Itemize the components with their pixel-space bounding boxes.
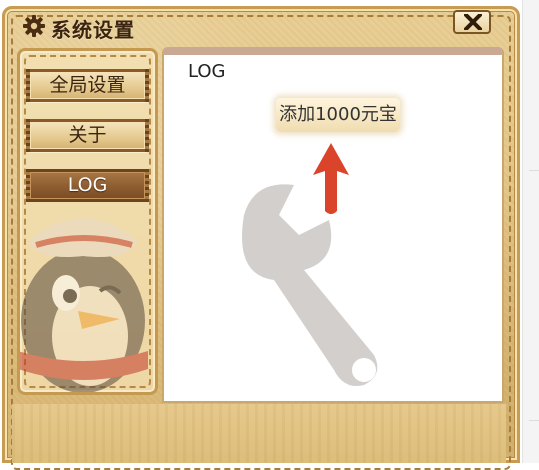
- log-heading: LOG: [188, 61, 226, 82]
- red-arrow-up-icon: [313, 143, 349, 214]
- sidebar-item-label: LOG: [67, 174, 108, 196]
- button-edge: [145, 169, 149, 202]
- sidebar-item-label: 全局设置: [49, 74, 126, 96]
- sidebar-item-about[interactable]: 关于: [26, 119, 149, 152]
- window-titlebar: 系统设置: [17, 11, 497, 42]
- sidebar-item-global-settings[interactable]: 全局设置: [26, 69, 149, 102]
- page-edge-strip: [522, 0, 539, 463]
- divider: [529, 170, 539, 171]
- window-title: 系统设置: [51, 18, 135, 42]
- sidebar-panel: 全局设置 关于 LOG: [17, 48, 158, 395]
- sidebar-item-label: 关于: [68, 124, 107, 146]
- divider: [529, 420, 539, 421]
- button-edge: [26, 119, 30, 152]
- penguin-mascot-image: [20, 218, 148, 392]
- gear-icon: [23, 15, 45, 37]
- window-bottom-texture: [12, 404, 506, 463]
- sidebar-item-log[interactable]: LOG: [26, 169, 149, 202]
- close-button[interactable]: [453, 10, 491, 34]
- button-edge: [26, 169, 30, 202]
- button-edge: [145, 119, 149, 152]
- add-1000-yuanbao-button[interactable]: 添加1000元宝: [276, 98, 400, 132]
- close-icon: [464, 14, 482, 30]
- log-content-panel: LOG 添加1000元宝: [162, 47, 504, 403]
- button-edge: [145, 69, 149, 102]
- button-edge: [26, 69, 30, 102]
